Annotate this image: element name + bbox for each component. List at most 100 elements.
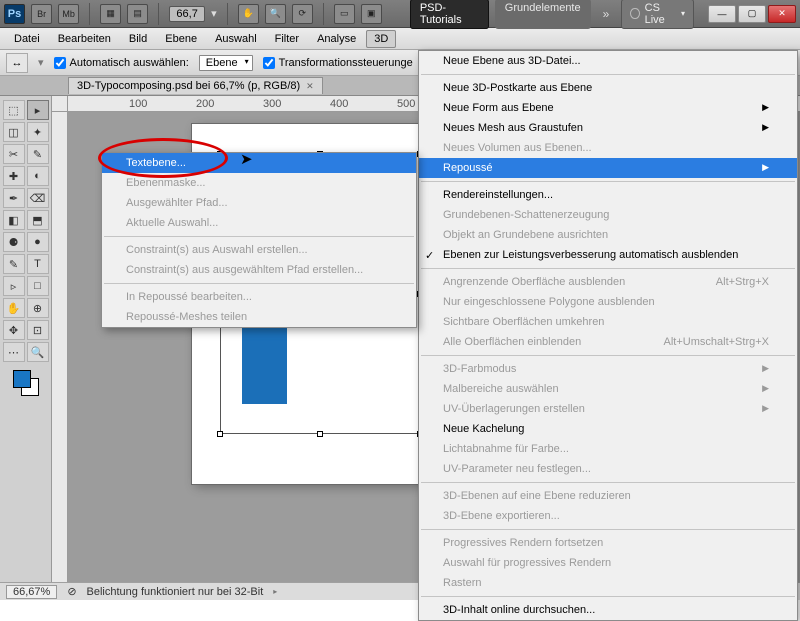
workspace-tab-inactive[interactable]: Grundelemente	[495, 0, 591, 29]
ruler-origin[interactable]	[52, 96, 68, 112]
hand-tool-shortcut[interactable]: ✋	[238, 4, 259, 24]
menu-item: Alle Oberflächen einblendenAlt+Umschalt+…	[419, 332, 797, 352]
tool-button[interactable]: □	[27, 276, 49, 296]
menu-item: 3D-Ebene exportieren...	[419, 506, 797, 526]
menu-3d: Neue Ebene aus 3D-Datei... Neue 3D-Postka…	[418, 50, 798, 621]
arrange-button[interactable]: ▭	[334, 4, 355, 24]
menu-item: Nur eingeschlossene Polygone ausblenden	[419, 292, 797, 312]
tool-button[interactable]: ✥	[3, 320, 25, 340]
tool-button[interactable]: ✎	[3, 254, 25, 274]
menu-bild[interactable]: Bild	[121, 30, 155, 48]
menu-item: In Repoussé bearbeiten...	[102, 287, 416, 307]
menu-item: 3D-Ebenen auf eine Ebene reduzieren	[419, 486, 797, 506]
menu-item: Neues Volumen aus Ebenen...	[419, 138, 797, 158]
tool-button[interactable]: ⊡	[27, 320, 49, 340]
view-extras-button[interactable]: ▦	[100, 4, 121, 24]
document-tab[interactable]: 3D-Typocomposing.psd bei 66,7% (p, RGB/8…	[68, 77, 323, 94]
tool-button[interactable]: ⊕	[27, 298, 49, 318]
menu-item: Lichtabnahme für Farbe...	[419, 439, 797, 459]
status-zoom[interactable]: 66,67%	[6, 585, 57, 599]
screenmode-button[interactable]: ▣	[361, 4, 382, 24]
menu-item: Objekt an Grundebene ausrichten	[419, 225, 797, 245]
zoom-tool-shortcut[interactable]: 🔍	[265, 4, 286, 24]
menu-item: Constraint(s) aus Auswahl erstellen...	[102, 240, 416, 260]
foreground-swatch[interactable]	[13, 370, 31, 388]
menu-item[interactable]: Neues Mesh aus Graustufen▶	[419, 118, 797, 138]
menu-ebene[interactable]: Ebene	[157, 30, 205, 48]
tool-button[interactable]: ●	[27, 232, 49, 252]
menu-item[interactable]: Textebene...	[102, 153, 416, 173]
menu-3d[interactable]: 3D	[366, 30, 396, 48]
transform-controls-checkbox[interactable]: Transformationssteuerunge	[263, 57, 413, 69]
menu-item[interactable]: Rendereinstellungen...	[419, 185, 797, 205]
ruler-vertical[interactable]	[52, 112, 68, 582]
menu-filter[interactable]: Filter	[267, 30, 307, 48]
menu-item: Repoussé-Meshes teilen	[102, 307, 416, 327]
menu-item: Progressives Rendern fortsetzen	[419, 533, 797, 553]
tool-panel: ⬚▸◫✦✂✎✚◐✒⌫◧⬒⚈●✎T▹□✋⊕✥⊡⋯🔍	[0, 96, 52, 582]
menu-item[interactable]: Ebenen zur Leistungsverbesserung automat…	[419, 245, 797, 265]
auto-select-checkbox[interactable]: Automatisch auswählen:	[54, 57, 189, 69]
bridge-button[interactable]: Br	[31, 4, 52, 24]
menu-item: Sichtbare Oberflächen umkehren	[419, 312, 797, 332]
tool-button[interactable]: ✎	[27, 144, 49, 164]
menu-item: UV-Parameter neu festlegen...	[419, 459, 797, 479]
tool-button[interactable]: ✚	[3, 166, 25, 186]
menu-item: Rastern	[419, 573, 797, 593]
view-guides-button[interactable]: ▤	[127, 4, 148, 24]
tool-button[interactable]: ⬒	[27, 210, 49, 230]
tool-button[interactable]: ⚈	[3, 232, 25, 252]
rotate-view-shortcut[interactable]: ⟳	[292, 4, 313, 24]
workspace-tab-active[interactable]: PSD-Tutorials	[410, 0, 489, 29]
zoom-field[interactable]: 66,7	[169, 6, 205, 22]
menu-item: 3D-Farbmodus▶	[419, 359, 797, 379]
close-button[interactable]: ✕	[768, 5, 796, 23]
menu-item: Constraint(s) aus ausgewähltem Pfad erst…	[102, 260, 416, 280]
menu-item: Grundebenen-Schattenerzeugung	[419, 205, 797, 225]
tool-button[interactable]: ⬚	[3, 100, 25, 120]
tool-button[interactable]: ◧	[3, 210, 25, 230]
menu-item: Angrenzende Oberfläche ausblendenAlt+Str…	[419, 272, 797, 292]
menubar: DateiBearbeitenBildEbeneAuswahlFilterAna…	[0, 28, 800, 50]
workspace-overflow-icon[interactable]: »	[597, 7, 616, 21]
menu-item[interactable]: Neue Kachelung	[419, 419, 797, 439]
menu-item: Auswahl für progressives Rendern	[419, 553, 797, 573]
menu-item: Aktuelle Auswahl...	[102, 213, 416, 233]
app-titlebar: Ps Br Mb ▦ ▤ 66,7▾ ✋ 🔍 ⟳ ▭ ▣ PSD-Tutoria…	[0, 0, 800, 28]
menu-item: Ebenenmaske...	[102, 173, 416, 193]
menu-item: Ausgewählter Pfad...	[102, 193, 416, 213]
tool-button[interactable]: ⌫	[27, 188, 49, 208]
tool-button[interactable]: ◫	[3, 122, 25, 142]
tool-button[interactable]: ✒	[3, 188, 25, 208]
tool-button[interactable]: ✋	[3, 298, 25, 318]
menu-analyse[interactable]: Analyse	[309, 30, 364, 48]
submenu-repousse: Textebene...Ebenenmaske...Ausgewählter P…	[101, 152, 417, 328]
tool-button[interactable]: 🔍	[27, 342, 49, 362]
tool-button[interactable]: ✂	[3, 144, 25, 164]
menu-auswahl[interactable]: Auswahl	[207, 30, 265, 48]
tool-button[interactable]: ⋯	[3, 342, 25, 362]
tool-button[interactable]: ✦	[27, 122, 49, 142]
menu-item[interactable]: Neue 3D-Postkarte aus Ebene	[419, 78, 797, 98]
minimize-button[interactable]: —	[708, 5, 736, 23]
ps-logo: Ps	[4, 4, 25, 24]
status-message: Belichtung funktioniert nur bei 32-Bit	[87, 586, 264, 598]
move-tool-icon: ↔	[6, 53, 28, 73]
menu-item[interactable]: Repoussé▶	[419, 158, 797, 178]
tool-button[interactable]: T	[27, 254, 49, 274]
menu-item[interactable]: Neue Form aus Ebene▶	[419, 98, 797, 118]
menu-item: UV-Überlagerungen erstellen▶	[419, 399, 797, 419]
tool-button[interactable]: ▸	[27, 100, 49, 120]
menu-item[interactable]: Neue Ebene aus 3D-Datei...	[419, 51, 797, 71]
menu-item[interactable]: 3D-Inhalt online durchsuchen...	[419, 600, 797, 620]
tool-button[interactable]: ◐	[27, 166, 49, 186]
menu-bearbeiten[interactable]: Bearbeiten	[50, 30, 119, 48]
cslive-button[interactable]: CS Live▾	[621, 0, 694, 29]
auto-select-target[interactable]: Ebene	[199, 55, 253, 71]
menu-datei[interactable]: Datei	[6, 30, 48, 48]
tool-button[interactable]: ▹	[3, 276, 25, 296]
close-tab-icon[interactable]: ✕	[306, 81, 314, 92]
maximize-button[interactable]: ▢	[738, 5, 766, 23]
minibridge-button[interactable]: Mb	[58, 4, 79, 24]
menu-item: Malbereiche auswählen▶	[419, 379, 797, 399]
